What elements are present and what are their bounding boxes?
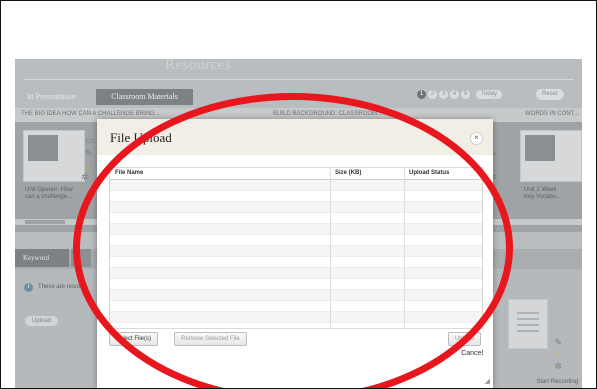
tab-other[interactable]: L (71, 249, 91, 267)
resource-card-unit-week[interactable] (520, 130, 582, 182)
upload-files-button[interactable]: Upload (447, 332, 481, 346)
page-2-button[interactable]: 2 (428, 90, 437, 99)
table-row[interactable] (110, 290, 482, 301)
page-3-button[interactable]: 3 (439, 90, 448, 99)
cancel-link[interactable]: Cancel (461, 350, 483, 357)
select-files-button[interactable]: Select File(s) (109, 332, 159, 346)
resource-card-unit-opener[interactable] (23, 130, 85, 182)
remove-selected-file-button[interactable]: Remove Selected File (174, 332, 247, 346)
table-row[interactable] (110, 202, 482, 213)
column-divider (330, 168, 331, 328)
gear-icon[interactable]: ✲ (554, 361, 562, 372)
column-header-words-in-context: WORDS IN CONT... (525, 111, 579, 117)
column-header-build-background: BUILD BACKGROUND: CLASSROOM... (273, 111, 383, 117)
resize-grip-icon[interactable]: ◢ (485, 377, 490, 385)
info-icon: i (24, 283, 33, 292)
table-row[interactable] (110, 323, 482, 328)
table-row[interactable] (110, 180, 482, 191)
page-4-button[interactable]: 4 (450, 90, 459, 99)
week-pager: 1 2 3 4 5 Today (417, 90, 503, 99)
resource-thumbnail (525, 135, 555, 161)
file-upload-dialog: File Upload × File Name Size (KB) Upload… (97, 119, 493, 388)
gear-icon[interactable]: ✲ (81, 172, 89, 183)
table-row[interactable] (110, 257, 482, 268)
table-row[interactable] (110, 246, 482, 257)
table-row[interactable] (110, 312, 482, 323)
page-1-button[interactable]: 1 (417, 90, 426, 99)
page-5-button[interactable]: 5 (461, 90, 470, 99)
star-icon[interactable]: ☆ (84, 161, 92, 172)
card-label: Unit 1 Week Key Vocabu... (524, 187, 561, 201)
table-body (110, 180, 482, 328)
card-label-line-2: can a challenge... (25, 194, 73, 200)
table-row[interactable] (110, 268, 482, 279)
star-icon[interactable]: ☆ (554, 349, 562, 360)
tab-in-presentation[interactable]: In Presentation (23, 90, 79, 104)
resource-thumbnail (28, 135, 58, 161)
document-icon (508, 299, 548, 349)
pencil-icon[interactable]: ✎ (85, 148, 93, 159)
table-row[interactable] (110, 301, 482, 312)
upload-button[interactable]: Upload (25, 316, 59, 326)
tab-classroom-materials[interactable]: Classroom Materials (96, 89, 193, 105)
column-header-size[interactable]: Size (KB) (335, 170, 361, 176)
dialog-title: File Upload (110, 130, 172, 145)
column-header-big-idea: THE BIG IDEA HOW CAN A CHALLENGE BRING..… (21, 111, 160, 117)
pencil-icon[interactable]: ✎ (554, 337, 562, 348)
table-row[interactable] (110, 224, 482, 235)
card-label-line-1: Unit 1 Week (524, 187, 557, 193)
close-icon[interactable]: × (470, 132, 483, 145)
start-recording-link[interactable]: Start Recording (536, 379, 578, 385)
card-label: Unit Opener: How can a challenge... (25, 187, 73, 201)
scrollbar-thumb[interactable] (25, 220, 65, 224)
card-label-line-1: Unit Opener: How (25, 187, 73, 193)
tab-keyword[interactable]: Keyword (15, 249, 69, 267)
title-divider (23, 79, 574, 80)
table-row[interactable] (110, 235, 482, 246)
table-header: File Name Size (KB) Upload Status (110, 168, 482, 180)
column-divider (404, 168, 405, 328)
dialog-header: File Upload × (97, 119, 493, 155)
card-label-line-2: Key Vocabu... (524, 194, 562, 200)
table-row[interactable] (110, 279, 482, 290)
today-button[interactable]: Today (476, 90, 503, 99)
table-row[interactable] (110, 191, 482, 202)
file-list-table: File Name Size (KB) Upload Status (109, 167, 483, 329)
table-row[interactable] (110, 213, 482, 224)
column-header-file-name[interactable]: File Name (115, 170, 143, 176)
reset-button[interactable]: Reset (536, 89, 564, 100)
page-title: Resources (165, 59, 232, 73)
info-text: These are resour... (38, 284, 89, 290)
column-header-upload-status[interactable]: Upload Status (409, 170, 449, 176)
screenshot-frame: Resources In Presentation Classroom Mate… (0, 0, 597, 389)
present-icon[interactable]: ▭ (85, 135, 94, 146)
